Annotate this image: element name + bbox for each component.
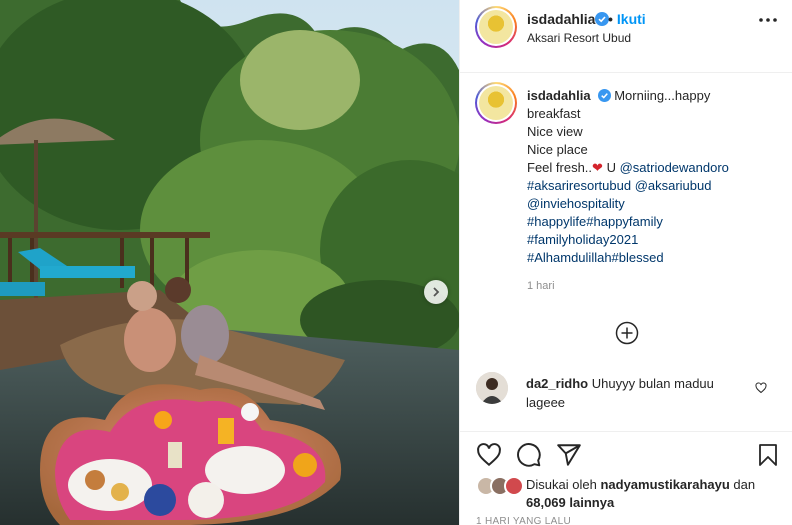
- mention-link[interactable]: @aksariubud: [635, 178, 712, 193]
- bookmark-icon[interactable]: [756, 442, 780, 468]
- share-icon[interactable]: [556, 442, 582, 468]
- hashtag-link[interactable]: #Alhamdulillah#blessed: [527, 249, 777, 267]
- hashtag-link[interactable]: #happylife#happyfamily: [527, 213, 777, 231]
- likes-count[interactable]: 68,069: [526, 495, 566, 510]
- hashtag-link[interactable]: #familyholiday2021: [527, 231, 777, 249]
- likes-suffix[interactable]: lainnya: [569, 495, 614, 510]
- heart-icon[interactable]: [476, 442, 502, 468]
- comment-body: da2_ridho Uhuyyy bulan maduu lageee: [526, 374, 746, 412]
- caption-text: U: [606, 160, 616, 175]
- heart-icon[interactable]: [755, 382, 767, 394]
- post-photo: [0, 0, 459, 525]
- post-detail-panel: isdadahlia • Ikuti Aksari Resort Ubud isd…: [459, 0, 792, 525]
- post-date: 1 HARI YANG LALU: [476, 516, 572, 525]
- author-username[interactable]: isdadahlia: [527, 11, 595, 27]
- comment-icon[interactable]: [516, 442, 542, 468]
- mention-link[interactable]: @satriodewandoro: [620, 160, 729, 175]
- post-location[interactable]: Aksari Resort Ubud: [527, 31, 631, 45]
- caption-section: isdadahlia Morniing...happy breakfast Ni…: [460, 74, 792, 356]
- more-options-icon[interactable]: [758, 17, 778, 23]
- separator-dot: •: [608, 11, 613, 27]
- likes-and: dan: [733, 477, 756, 492]
- mention-link[interactable]: @inviehospitality: [527, 195, 777, 213]
- person-avatar-icon: [476, 372, 508, 404]
- likes-prefix: Disukai oleh: [526, 477, 597, 492]
- commenter-avatar[interactable]: [476, 372, 508, 404]
- liker-avatar[interactable]: [504, 476, 524, 496]
- comment-item: da2_ridho Uhuyyy bulan maduu lageee: [460, 368, 792, 428]
- follow-label: Ikuti: [616, 11, 646, 27]
- hashtag-link[interactable]: #aksariresortubud: [527, 178, 631, 193]
- liker-username[interactable]: nadyamustikarahayu: [600, 477, 729, 492]
- caption-text: Nice place: [527, 142, 588, 157]
- follow-button[interactable]: • Ikuti: [608, 11, 646, 27]
- caption-username[interactable]: isdadahlia: [527, 88, 591, 103]
- caption-text: Morniing...happy: [614, 88, 711, 103]
- verified-badge-icon: [597, 89, 611, 102]
- likes-text: Disukai oleh nadyamustikarahayu dan 68,0…: [526, 476, 792, 512]
- plus-circle-icon[interactable]: [615, 321, 639, 345]
- caption-text: Nice view: [527, 124, 583, 139]
- post-header: isdadahlia • Ikuti Aksari Resort Ubud: [460, 0, 792, 73]
- caption-text: breakfast: [527, 106, 581, 121]
- author-avatar[interactable]: [475, 6, 517, 48]
- resort-breakfast-photo: [0, 0, 459, 525]
- red-heart-emoji: ❤: [592, 160, 603, 175]
- caption-time-ago: 1 hari: [527, 280, 555, 292]
- post-action-bar: [460, 431, 792, 479]
- next-photo-button[interactable]: [424, 280, 448, 304]
- caption-text: Feel fresh..: [527, 160, 593, 175]
- verified-badge-icon: [595, 12, 609, 26]
- caption-author-avatar[interactable]: [475, 82, 517, 124]
- chevron-right-icon: [433, 287, 440, 297]
- post-caption: isdadahlia Morniing...happy breakfast Ni…: [527, 87, 777, 267]
- commenter-username[interactable]: da2_ridho: [526, 376, 588, 391]
